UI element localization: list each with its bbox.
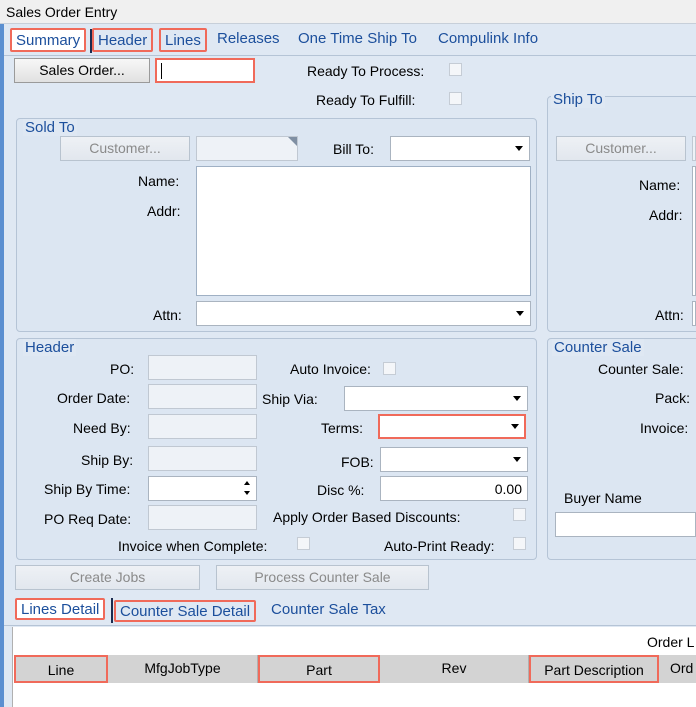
grid-caption: Order L (647, 634, 695, 650)
chevron-down-icon (516, 311, 524, 316)
auto-print-checkbox[interactable] (513, 537, 526, 550)
chevron-down-icon (513, 457, 521, 462)
ship-by-input[interactable] (148, 446, 257, 471)
need-by-input[interactable] (148, 414, 257, 439)
fob-label: FOB: (341, 454, 374, 470)
ship-via-dropdown[interactable] (344, 386, 528, 411)
chevron-down-icon (511, 424, 519, 429)
sold-to-attn-label: Attn: (153, 307, 182, 323)
po-req-date-label: PO Req Date: (44, 511, 132, 527)
ship-to-customer-button[interactable]: Customer... (556, 136, 686, 161)
column-header-part-description[interactable]: Part Description (529, 655, 659, 683)
column-header-rev[interactable]: Rev (380, 655, 529, 683)
tab-counter-sale-tax[interactable]: Counter Sale Tax (267, 600, 390, 622)
tab-header[interactable]: Header (92, 28, 154, 52)
spinner-icon[interactable] (244, 480, 252, 498)
apply-discounts-label: Apply Order Based Discounts: (273, 509, 461, 525)
sold-to-attn-dropdown[interactable] (196, 301, 531, 326)
ship-to-address-textarea[interactable] (692, 166, 696, 296)
po-input[interactable] (148, 355, 257, 380)
main-tabstrip: Summary Header Lines Releases One Time S… (4, 28, 696, 54)
column-header-ord[interactable]: Ord (659, 655, 696, 683)
header-group-title: Header (23, 339, 77, 356)
invoice-label: Invoice: (640, 420, 689, 436)
sales-order-button[interactable]: Sales Order... (14, 58, 150, 83)
grid-caption-bar: Order L (13, 628, 696, 655)
tabstrip-divider (4, 55, 696, 56)
terms-label: Terms: (321, 420, 363, 436)
auto-invoice-checkbox[interactable] (383, 362, 396, 375)
order-date-input[interactable] (148, 384, 257, 409)
tab-counter-sale-detail[interactable]: Counter Sale Detail (114, 600, 257, 622)
ship-to-name-label: Name: (639, 177, 681, 193)
chevron-down-icon (513, 396, 521, 401)
apply-discounts-checkbox[interactable] (513, 508, 526, 521)
ship-by-time-label: Ship By Time: (44, 481, 131, 497)
bill-to-label: Bill To: (333, 141, 374, 157)
sold-to-customer-input[interactable] (196, 136, 298, 161)
detail-tabstrip-divider (4, 625, 696, 626)
pack-label: Pack: (655, 390, 691, 406)
sold-to-title: Sold To (23, 119, 77, 136)
counter-sale-label: Counter Sale: (598, 361, 684, 377)
ship-to-addr-label: Addr: (649, 207, 683, 223)
create-jobs-button[interactable]: Create Jobs (15, 565, 200, 590)
ready-to-fulfill-label: Ready To Fulfill: (316, 92, 416, 108)
tab-lines[interactable]: Lines (159, 28, 207, 52)
ship-via-label: Ship Via: (262, 391, 318, 407)
invoice-complete-label: Invoice when Complete: (118, 538, 268, 554)
order-date-label: Order Date: (57, 390, 131, 406)
tab-releases[interactable]: Releases (213, 28, 284, 52)
po-req-date-input[interactable] (148, 505, 257, 530)
counter-sale-title: Counter Sale (552, 339, 644, 356)
ship-to-title: Ship To (551, 91, 605, 108)
text-cursor (161, 63, 162, 79)
sold-to-addr-label: Addr: (147, 203, 181, 219)
detail-tab-separator (111, 598, 113, 623)
need-by-label: Need By: (73, 420, 131, 436)
ship-by-time-input[interactable] (148, 476, 257, 501)
buyer-name-input[interactable] (555, 512, 696, 537)
auto-print-label: Auto-Print Ready: (384, 538, 495, 554)
disc-input[interactable]: 0.00 (380, 476, 528, 501)
auto-invoice-label: Auto Invoice: (290, 361, 371, 377)
ready-to-process-checkbox[interactable] (449, 63, 462, 76)
po-label: PO: (110, 361, 135, 377)
tab-compulink-info[interactable]: Compulink Info (434, 28, 542, 52)
ship-to-attn-label: Attn: (655, 307, 684, 323)
invoice-complete-checkbox[interactable] (297, 537, 310, 550)
ship-by-label: Ship By: (81, 452, 134, 468)
sales-order-input[interactable] (155, 58, 255, 83)
tab-lines-detail[interactable]: Lines Detail (15, 598, 106, 620)
ready-to-fulfill-checkbox[interactable] (449, 92, 462, 105)
column-header-line[interactable]: Line (14, 655, 108, 683)
sold-to-address-textarea[interactable] (196, 166, 531, 296)
terms-dropdown[interactable] (378, 414, 526, 439)
fob-dropdown[interactable] (380, 447, 528, 472)
ship-to-attn-dropdown[interactable] (692, 301, 696, 326)
window-title-bar: Sales Order Entry (0, 0, 696, 24)
buyer-name-label: Buyer Name (564, 490, 642, 506)
window-title: Sales Order Entry (6, 4, 118, 20)
chevron-down-icon (515, 146, 523, 151)
tab-summary[interactable]: Summary (10, 28, 87, 52)
ready-to-process-label: Ready To Process: (307, 63, 425, 79)
sold-to-name-label: Name: (138, 173, 180, 189)
disc-value: 0.00 (494, 481, 522, 497)
ship-to-customer-input[interactable] (692, 136, 696, 161)
disc-label: Disc %: (317, 482, 365, 498)
tab-one-time-ship-to[interactable]: One Time Ship To (294, 28, 421, 52)
corner-marker-icon (288, 137, 297, 146)
column-header-part[interactable]: Part (258, 655, 380, 683)
process-counter-sale-button[interactable]: Process Counter Sale (216, 565, 429, 590)
sold-to-customer-button[interactable]: Customer... (60, 136, 190, 161)
column-header-mfgjobtype[interactable]: MfgJobType (108, 655, 258, 683)
bill-to-dropdown[interactable] (390, 136, 530, 161)
